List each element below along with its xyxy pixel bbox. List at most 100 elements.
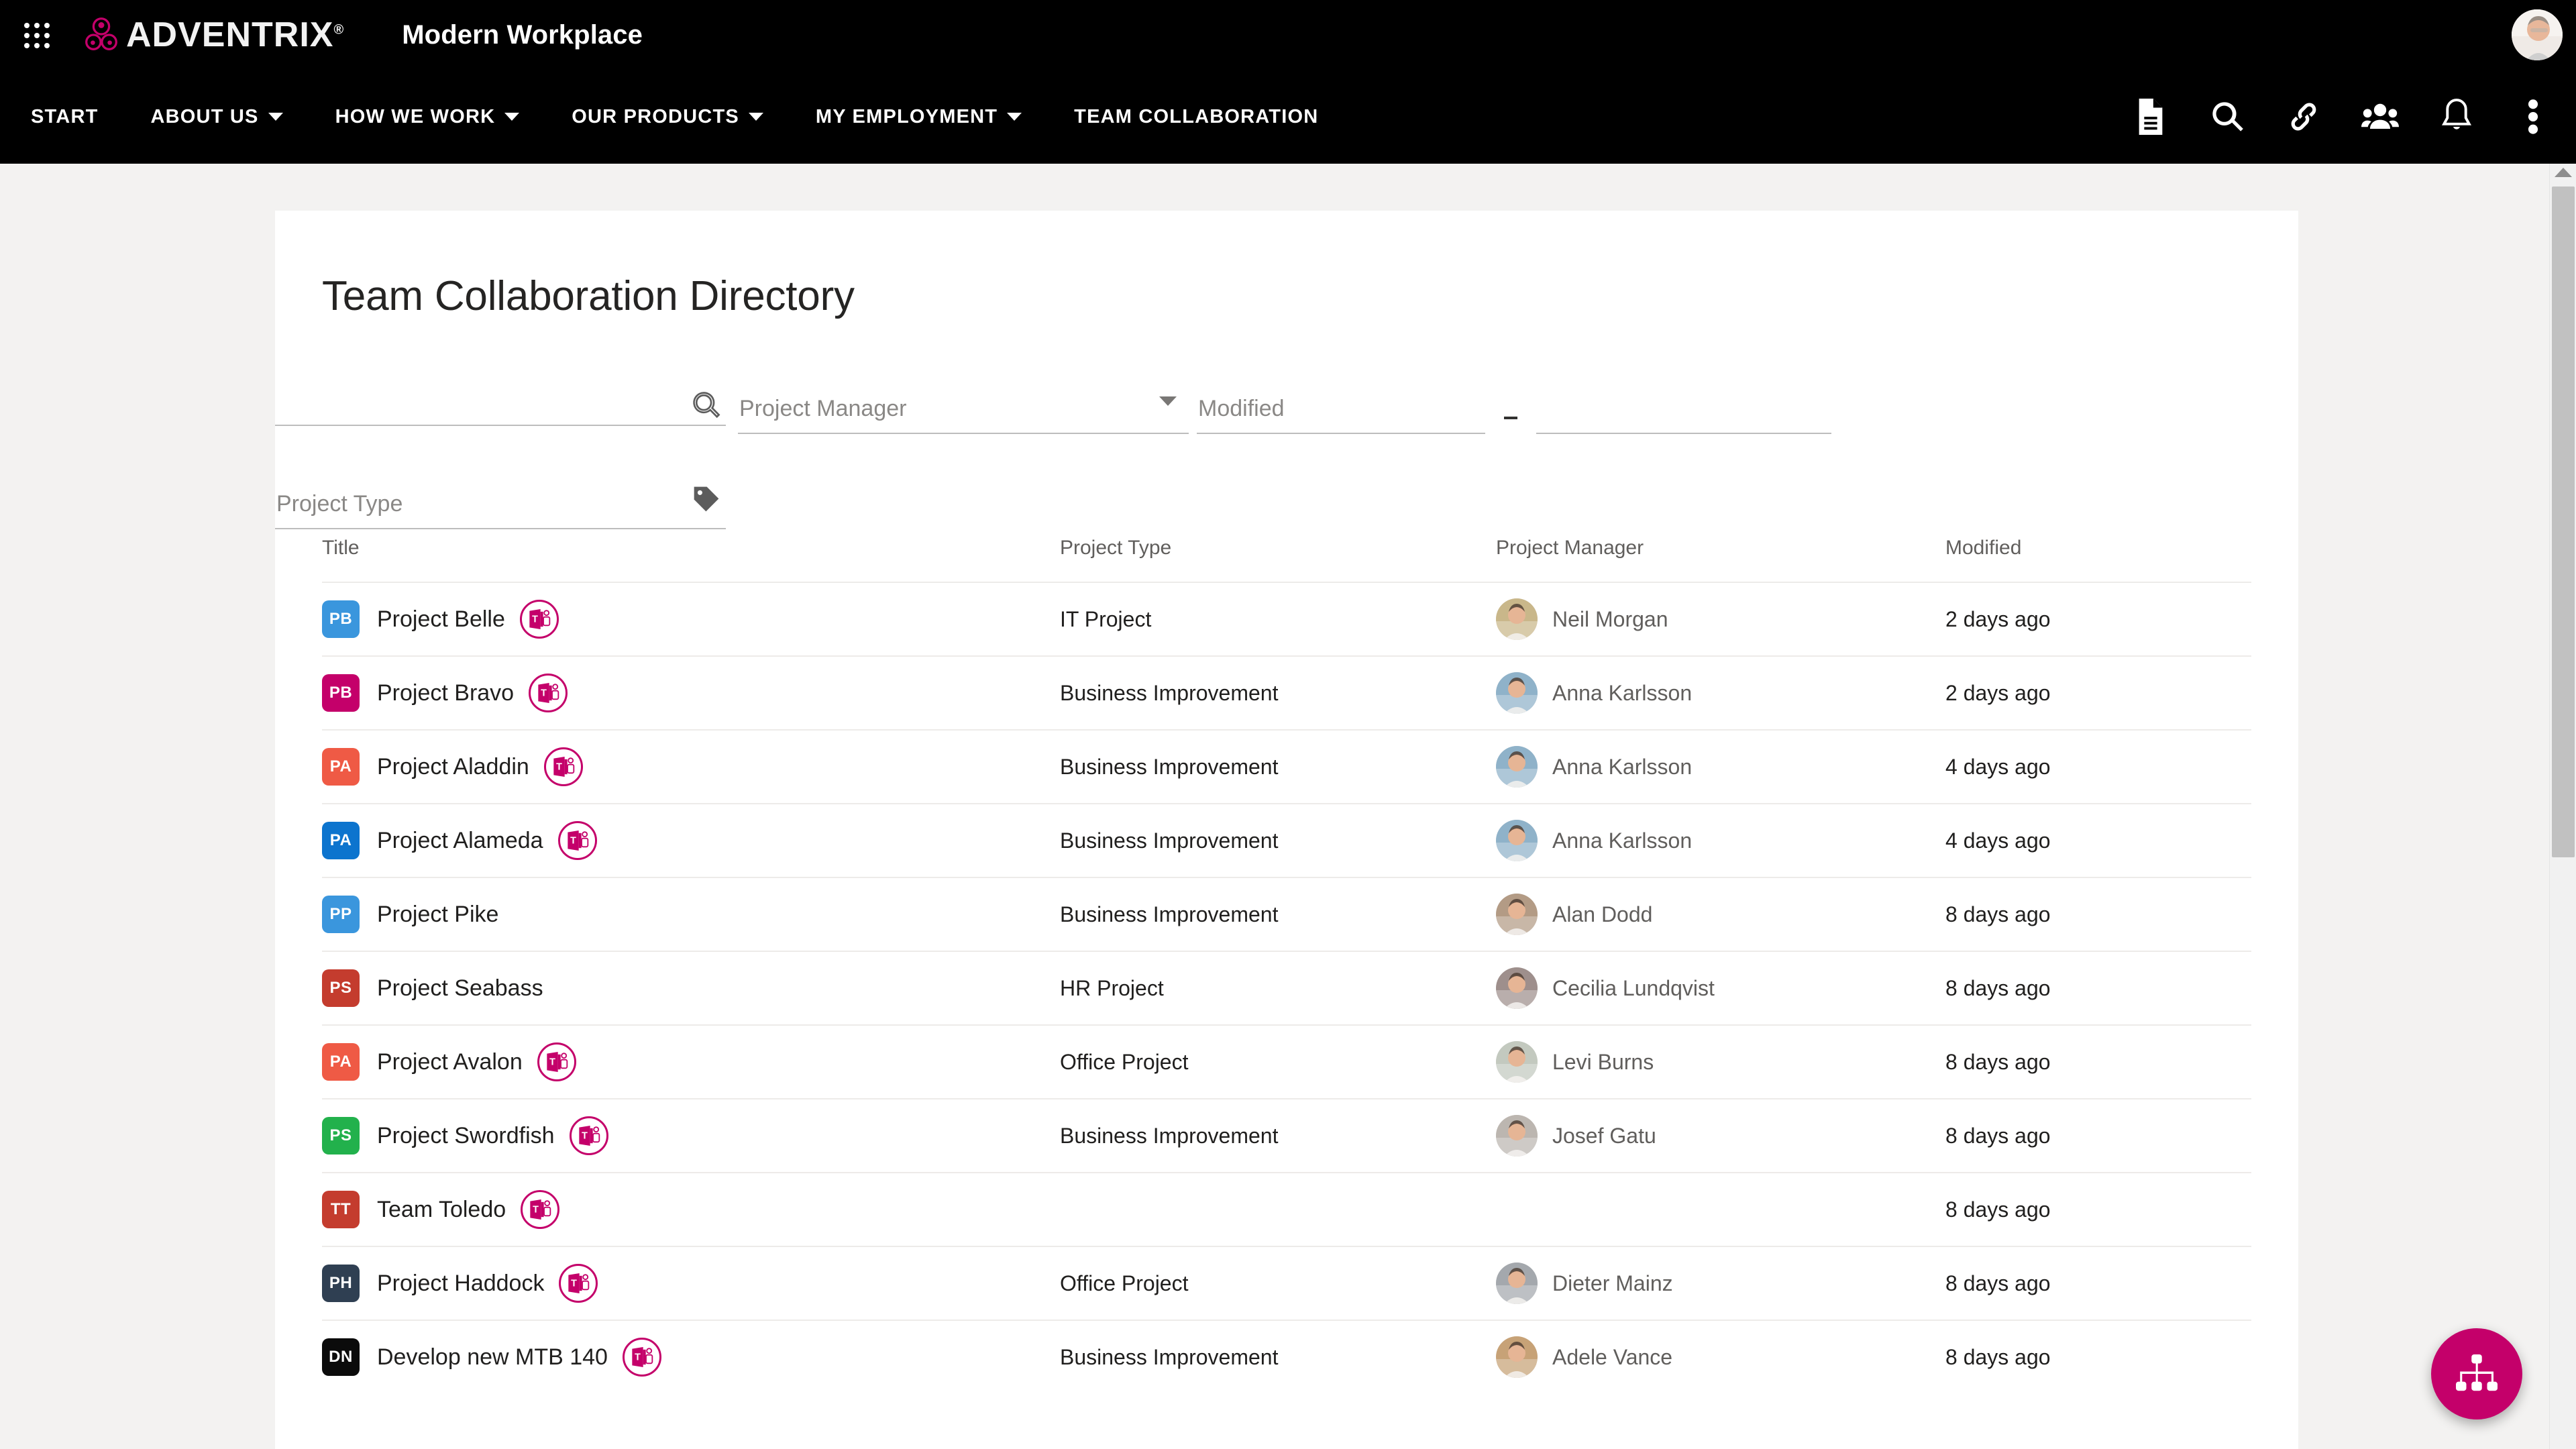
manager-name[interactable]: Adele Vance xyxy=(1552,1345,1672,1370)
more-vertical-icon[interactable] xyxy=(2514,98,2552,136)
table-row[interactable]: PB Project Belle T IT Project Neil Morga… xyxy=(322,582,2251,655)
row-title-cell[interactable]: PA Project Alameda T xyxy=(322,821,1060,860)
project-title-link[interactable]: Project Swordfish xyxy=(377,1123,555,1149)
row-project-manager-cell: Anna Karlsson xyxy=(1496,672,1945,714)
chevron-down-icon xyxy=(268,113,283,121)
app-launcher-icon[interactable] xyxy=(17,16,55,54)
table-row[interactable]: PA Project Aladdin T Business Improvemen… xyxy=(322,729,2251,803)
search-input[interactable] xyxy=(275,380,726,426)
table-row[interactable]: PA Project Avalon T Office Project Levi … xyxy=(322,1024,2251,1098)
vertical-scrollbar[interactable] xyxy=(2549,164,2576,1449)
microsoft-teams-icon[interactable]: T xyxy=(519,600,559,639)
table-row[interactable]: DN Develop new MTB 140 T Business Improv… xyxy=(322,1320,2251,1393)
row-title-cell[interactable]: PA Project Avalon T xyxy=(322,1042,1060,1081)
nav-item-start[interactable]: START xyxy=(31,106,99,128)
svg-text:T: T xyxy=(572,1278,578,1289)
people-icon[interactable] xyxy=(2361,98,2399,136)
row-title-cell[interactable]: PS Project Seabass xyxy=(322,969,1060,1007)
chevron-down-icon[interactable] xyxy=(1159,396,1177,406)
manager-name[interactable]: Alan Dodd xyxy=(1552,902,1652,927)
row-project-type-cell: HR Project xyxy=(1060,975,1164,1000)
search-icon[interactable] xyxy=(691,390,722,421)
row-modified-cell: 8 days ago xyxy=(1945,1049,2051,1074)
row-title-cell[interactable]: DN Develop new MTB 140 T xyxy=(322,1338,1060,1377)
user-avatar[interactable] xyxy=(2512,9,2563,60)
project-title-link[interactable]: Project Avalon xyxy=(377,1049,523,1075)
tag-icon[interactable] xyxy=(690,482,723,516)
project-manager-filter[interactable]: Project Manager xyxy=(738,370,1189,434)
manager-name[interactable]: Neil Morgan xyxy=(1552,607,1668,632)
manager-name[interactable]: Josef Gatu xyxy=(1552,1124,1656,1148)
microsoft-teams-icon[interactable]: T xyxy=(557,821,597,860)
manager-name[interactable]: Dieter Mainz xyxy=(1552,1271,1673,1296)
row-title-cell[interactable]: PH Project Haddock T xyxy=(322,1264,1060,1303)
manager-name[interactable]: Cecilia Lundqvist xyxy=(1552,976,1715,1001)
project-title-link[interactable]: Develop new MTB 140 xyxy=(377,1344,608,1371)
table-row[interactable]: PA Project Alameda T Business Improvemen… xyxy=(322,803,2251,877)
microsoft-teams-icon[interactable]: T xyxy=(559,1264,598,1303)
scroll-up-arrow-icon[interactable] xyxy=(2554,168,2572,177)
manager-name[interactable]: Levi Burns xyxy=(1552,1050,1654,1075)
nav-item-my-employment[interactable]: MY EMPLOYMENT xyxy=(816,106,1022,128)
project-initials-avatar: PA xyxy=(322,822,360,859)
table-row[interactable]: PP Project Pike Business Improvement Ala… xyxy=(322,877,2251,951)
table-row[interactable]: TT Team Toledo T 8 days ago xyxy=(322,1172,2251,1246)
modified-from-input[interactable]: Modified xyxy=(1197,384,1485,434)
link-icon[interactable] xyxy=(2285,98,2322,136)
column-header-project-manager[interactable]: Project Manager xyxy=(1496,537,1945,559)
app-title: Modern Workplace xyxy=(402,19,643,50)
manager-name[interactable]: Anna Karlsson xyxy=(1552,828,1692,853)
project-title-link[interactable]: Team Toledo xyxy=(377,1197,506,1223)
row-title-cell[interactable]: TT Team Toledo T xyxy=(322,1190,1060,1229)
nav-item-how-we-work[interactable]: HOW WE WORK xyxy=(335,106,520,128)
field-underline xyxy=(275,425,726,426)
table-row[interactable]: PB Project Bravo T Business Improvement … xyxy=(322,655,2251,729)
org-chart-fab-button[interactable] xyxy=(2431,1328,2522,1419)
nav-item-our-products[interactable]: OUR PRODUCTS xyxy=(572,106,763,128)
microsoft-teams-icon[interactable]: T xyxy=(521,1190,560,1229)
search-icon[interactable] xyxy=(2208,98,2246,136)
scrollbar-thumb[interactable] xyxy=(2552,186,2575,857)
table-row[interactable]: PS Project Seabass HR Project Cecilia Lu… xyxy=(322,951,2251,1024)
microsoft-teams-icon[interactable]: T xyxy=(569,1116,608,1155)
table-row[interactable]: PS Project Swordfish T Business Improvem… xyxy=(322,1098,2251,1172)
project-title-link[interactable]: Project Haddock xyxy=(377,1271,544,1297)
column-header-modified[interactable]: Modified xyxy=(1945,537,2234,559)
brand-logo[interactable]: ADVENTRIX® xyxy=(80,14,344,56)
row-title-cell[interactable]: PB Project Belle T xyxy=(322,600,1060,639)
row-title-cell[interactable]: PP Project Pike xyxy=(322,896,1060,933)
project-title-link[interactable]: Project Aladdin xyxy=(377,754,529,780)
nav-item-team-collaboration[interactable]: TEAM COLLABORATION xyxy=(1074,106,1318,128)
field-underline xyxy=(1197,433,1485,434)
project-title-link[interactable]: Project Bravo xyxy=(377,680,514,706)
manager-name[interactable]: Anna Karlsson xyxy=(1552,681,1692,706)
project-title-link[interactable]: Project Alameda xyxy=(377,828,543,854)
project-type-filter[interactable]: Project Type xyxy=(275,464,726,529)
row-project-type-cell: Business Improvement xyxy=(1060,680,1279,705)
nav-icon-group xyxy=(2132,70,2552,164)
project-title-link[interactable]: Project Belle xyxy=(377,606,505,633)
project-title-link[interactable]: Project Seabass xyxy=(377,975,543,1002)
column-header-project-type[interactable]: Project Type xyxy=(1060,537,1496,559)
microsoft-teams-icon[interactable]: T xyxy=(529,674,568,712)
row-title-cell[interactable]: PS Project Swordfish T xyxy=(322,1116,1060,1155)
manager-name[interactable]: Anna Karlsson xyxy=(1552,755,1692,780)
manager-avatar xyxy=(1496,894,1538,935)
row-title-cell[interactable]: PA Project Aladdin T xyxy=(322,747,1060,786)
project-initials-avatar: PS xyxy=(322,969,360,1007)
microsoft-teams-icon[interactable]: T xyxy=(537,1042,576,1081)
modified-to-input[interactable] xyxy=(1536,384,1831,434)
column-header-title[interactable]: Title xyxy=(322,537,1060,559)
project-initials-avatar: PS xyxy=(322,1117,360,1155)
row-title-cell[interactable]: PB Project Bravo T xyxy=(322,674,1060,712)
microsoft-teams-icon[interactable]: T xyxy=(622,1338,661,1377)
row-project-manager-cell: Anna Karlsson xyxy=(1496,746,1945,788)
table-row[interactable]: PH Project Haddock T Office Project Diet… xyxy=(322,1246,2251,1320)
top-header-bar: ADVENTRIX® Modern Workplace xyxy=(0,0,2576,70)
document-icon[interactable] xyxy=(2132,98,2169,136)
bell-icon[interactable] xyxy=(2438,98,2475,136)
project-title-link[interactable]: Project Pike xyxy=(377,902,498,928)
microsoft-teams-icon[interactable]: T xyxy=(543,747,583,786)
nav-item-about-us[interactable]: ABOUT US xyxy=(151,106,283,128)
row-project-manager-cell: Adele Vance xyxy=(1496,1336,1945,1378)
